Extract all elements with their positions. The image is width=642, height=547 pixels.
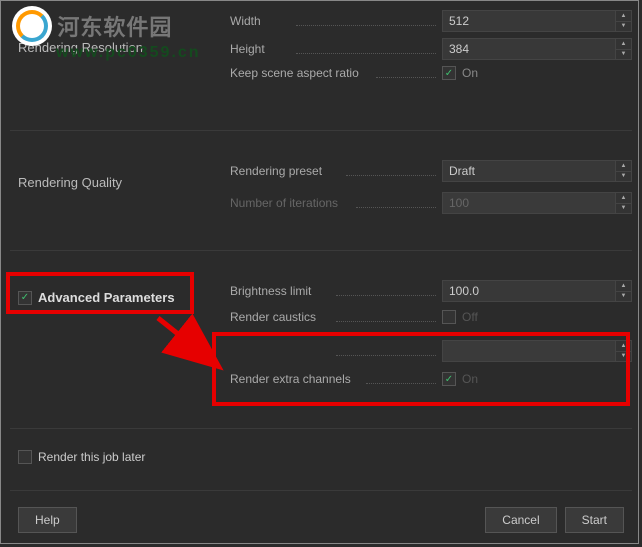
extra-checkbox[interactable]: [442, 372, 456, 386]
aspect-label: Keep scene aspect ratio: [230, 66, 370, 80]
caustics-label: Render caustics: [230, 310, 330, 324]
width-value: 512: [449, 14, 469, 28]
height-input[interactable]: 384 ▲▼: [442, 38, 632, 60]
iterations-label: Number of iterations: [230, 196, 350, 210]
preset-value: Draft: [449, 164, 475, 178]
height-value: 384: [449, 42, 469, 56]
height-spinner[interactable]: ▲▼: [615, 39, 631, 59]
render-later-checkbox[interactable]: [18, 450, 32, 464]
preset-label: Rendering preset: [230, 164, 340, 178]
aspect-checkbox[interactable]: [442, 66, 456, 80]
start-button[interactable]: Start: [565, 507, 624, 533]
width-spinner[interactable]: ▲▼: [615, 11, 631, 31]
iterations-spinner: ▲▼: [615, 193, 631, 213]
height-label: Height: [230, 42, 290, 56]
extra-label: Render extra channels: [230, 372, 360, 386]
brightness-spinner[interactable]: ▲▼: [615, 281, 631, 301]
brightness-label: Brightness limit: [230, 284, 330, 298]
caustics-value: Off: [462, 310, 478, 324]
width-label: Width: [230, 14, 290, 28]
preset-select[interactable]: Draft ▲▼: [442, 160, 632, 182]
render-later-label: Render this job later: [38, 450, 145, 464]
cancel-button[interactable]: Cancel: [485, 507, 556, 533]
iterations-value: 100: [449, 196, 469, 210]
caustics-checkbox[interactable]: [442, 310, 456, 324]
preset-dropdown-icon: ▲▼: [615, 161, 631, 181]
hidden-row-spinner: ▲▼: [615, 341, 631, 361]
iterations-input: 100 ▲▼: [442, 192, 632, 214]
brightness-value: 100.0: [449, 284, 479, 298]
width-input[interactable]: 512 ▲▼: [442, 10, 632, 32]
aspect-value: On: [462, 66, 478, 80]
help-button[interactable]: Help: [18, 507, 77, 533]
hidden-row-input: ▲▼: [442, 340, 632, 362]
brightness-input[interactable]: 100.0 ▲▼: [442, 280, 632, 302]
extra-value: On: [462, 372, 478, 386]
